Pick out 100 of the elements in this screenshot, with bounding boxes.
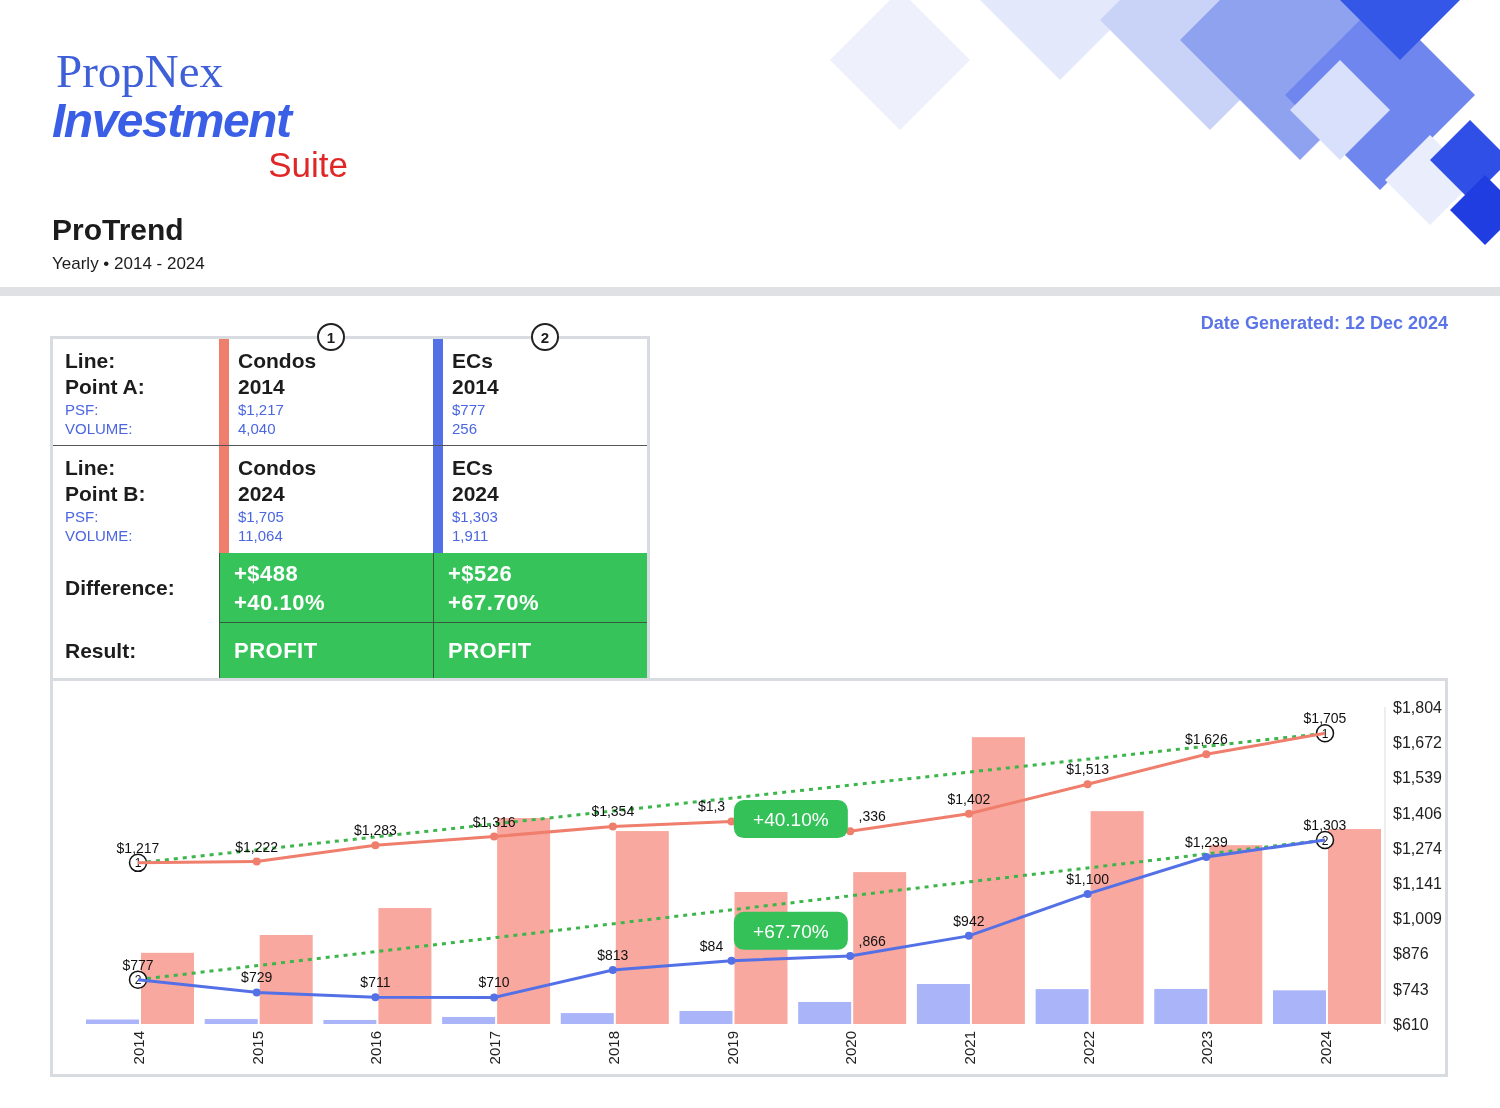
- difference-amount: +$488: [234, 559, 299, 588]
- data-point: [490, 993, 499, 1002]
- y-axis-label: $1,274: [1393, 839, 1442, 857]
- report-subtitle: Yearly • 2014 - 2024: [52, 254, 205, 274]
- data-label: $1,239: [1184, 834, 1228, 850]
- data-label: $1,3: [697, 798, 726, 815]
- data-label: $1,402: [947, 790, 991, 807]
- row-label: PSF:: [65, 400, 99, 419]
- data-label: $777: [122, 956, 154, 973]
- table-cell: $777: [452, 400, 486, 419]
- data-point: [964, 931, 973, 940]
- data-point: [490, 832, 499, 841]
- difference-amount: +$526: [448, 559, 513, 588]
- x-axis-label: 2017: [486, 1031, 504, 1065]
- table-cell: $1,303: [452, 507, 498, 526]
- data-label: $1,303: [1303, 817, 1347, 833]
- logo-text: Investment: [52, 96, 294, 146]
- table-cell: ECs: [452, 455, 493, 481]
- table-cell: 2014: [452, 374, 499, 400]
- x-axis-label: 2020: [842, 1031, 860, 1065]
- logo-text: Suite: [268, 146, 348, 184]
- data-point: [1083, 889, 1092, 898]
- table-cell: $1,705: [238, 507, 284, 526]
- point-marker: 1: [1315, 724, 1335, 743]
- table-cell: 1,911: [452, 526, 489, 545]
- data-label: $711: [360, 974, 391, 991]
- data-label: $1,100: [1066, 870, 1109, 887]
- column-marker: 1: [317, 323, 345, 351]
- y-axis-label: $1,672: [1393, 734, 1442, 752]
- report-title: ProTrend: [52, 212, 184, 248]
- y-axis-label: $1,804: [1393, 699, 1442, 716]
- data-point: [846, 952, 855, 961]
- data-point: [1202, 750, 1211, 759]
- data-label: $1,316: [472, 813, 516, 830]
- x-axis-label: 2024: [1317, 1031, 1334, 1065]
- row-label: VOLUME:: [65, 526, 133, 545]
- data-point: [727, 956, 736, 965]
- y-axis-label: $876: [1393, 945, 1429, 963]
- data-label: $729: [241, 969, 273, 986]
- y-axis-label: $1,406: [1393, 804, 1442, 822]
- row-label: Line:: [65, 455, 116, 481]
- difference-percent: +40.10%: [234, 588, 325, 617]
- x-axis-label: 2016: [367, 1031, 385, 1065]
- data-label: $1,513: [1066, 761, 1109, 778]
- table-cell: 2014: [238, 374, 285, 400]
- difference-percent: +67.70%: [448, 588, 539, 617]
- row-label: PSF:: [65, 507, 99, 526]
- data-point: [964, 809, 973, 818]
- x-axis-label: 2021: [960, 1031, 978, 1065]
- data-point: [608, 822, 617, 831]
- data-label: ,336: [858, 808, 886, 825]
- data-point: [252, 857, 261, 866]
- table-cell: ECs: [452, 348, 493, 374]
- x-axis-label: 2022: [1079, 1031, 1097, 1065]
- data-point: [252, 988, 261, 997]
- data-label: $1,217: [116, 839, 160, 856]
- data-label: $813: [597, 947, 629, 964]
- table-cell: 2024: [238, 481, 285, 507]
- table-cell: Condos: [238, 348, 317, 374]
- result-cell: PROFIT: [219, 623, 433, 678]
- result-cell: PROFIT: [433, 623, 647, 678]
- row-label: Difference:: [65, 575, 175, 601]
- logo-text: PropNex: [56, 46, 224, 96]
- row-label: VOLUME:: [65, 419, 133, 438]
- data-label: $84: [699, 937, 724, 954]
- table-cell: Condos: [238, 455, 317, 481]
- table-cell: $1,217: [238, 400, 284, 419]
- row-label: Line:: [65, 348, 116, 374]
- data-point: [846, 827, 855, 836]
- data-label: $1,222: [235, 838, 279, 855]
- data-point: [371, 841, 380, 850]
- data-point: [1083, 780, 1092, 789]
- y-axis-label: $1,539: [1393, 769, 1442, 787]
- data-label: $1,354: [591, 803, 635, 820]
- data-label: $1,705: [1303, 710, 1347, 727]
- data-label: $1,626: [1184, 731, 1228, 748]
- table-cell: 11,064: [238, 526, 283, 545]
- data-point: [371, 993, 380, 1002]
- row-label: Point B:: [65, 481, 146, 507]
- data-label: ,866: [858, 933, 886, 950]
- x-axis-label: 2019: [723, 1031, 741, 1065]
- table-cell: 4,040: [238, 419, 276, 438]
- row-label: Point A:: [65, 374, 145, 400]
- data-label: $942: [953, 912, 985, 929]
- data-label: $1,283: [354, 822, 397, 839]
- x-axis-label: 2014: [130, 1031, 147, 1065]
- column-marker: 2: [531, 323, 559, 351]
- x-axis-label: 2015: [248, 1031, 266, 1065]
- x-axis-label: 2023: [1198, 1031, 1216, 1065]
- y-axis-label: $743: [1393, 980, 1429, 998]
- percent-badge: +67.70%: [733, 911, 848, 950]
- x-axis-label: 2018: [604, 1031, 622, 1065]
- data-point: [1202, 853, 1211, 861]
- row-label: Result:: [65, 637, 137, 664]
- percent-badge: +40.10%: [733, 800, 848, 839]
- y-axis-label: $610: [1393, 1016, 1429, 1033]
- y-axis-label: $1,141: [1393, 875, 1442, 892]
- data-point: [608, 966, 617, 975]
- data-label: $710: [478, 974, 510, 991]
- y-axis-label: $1,009: [1393, 910, 1442, 928]
